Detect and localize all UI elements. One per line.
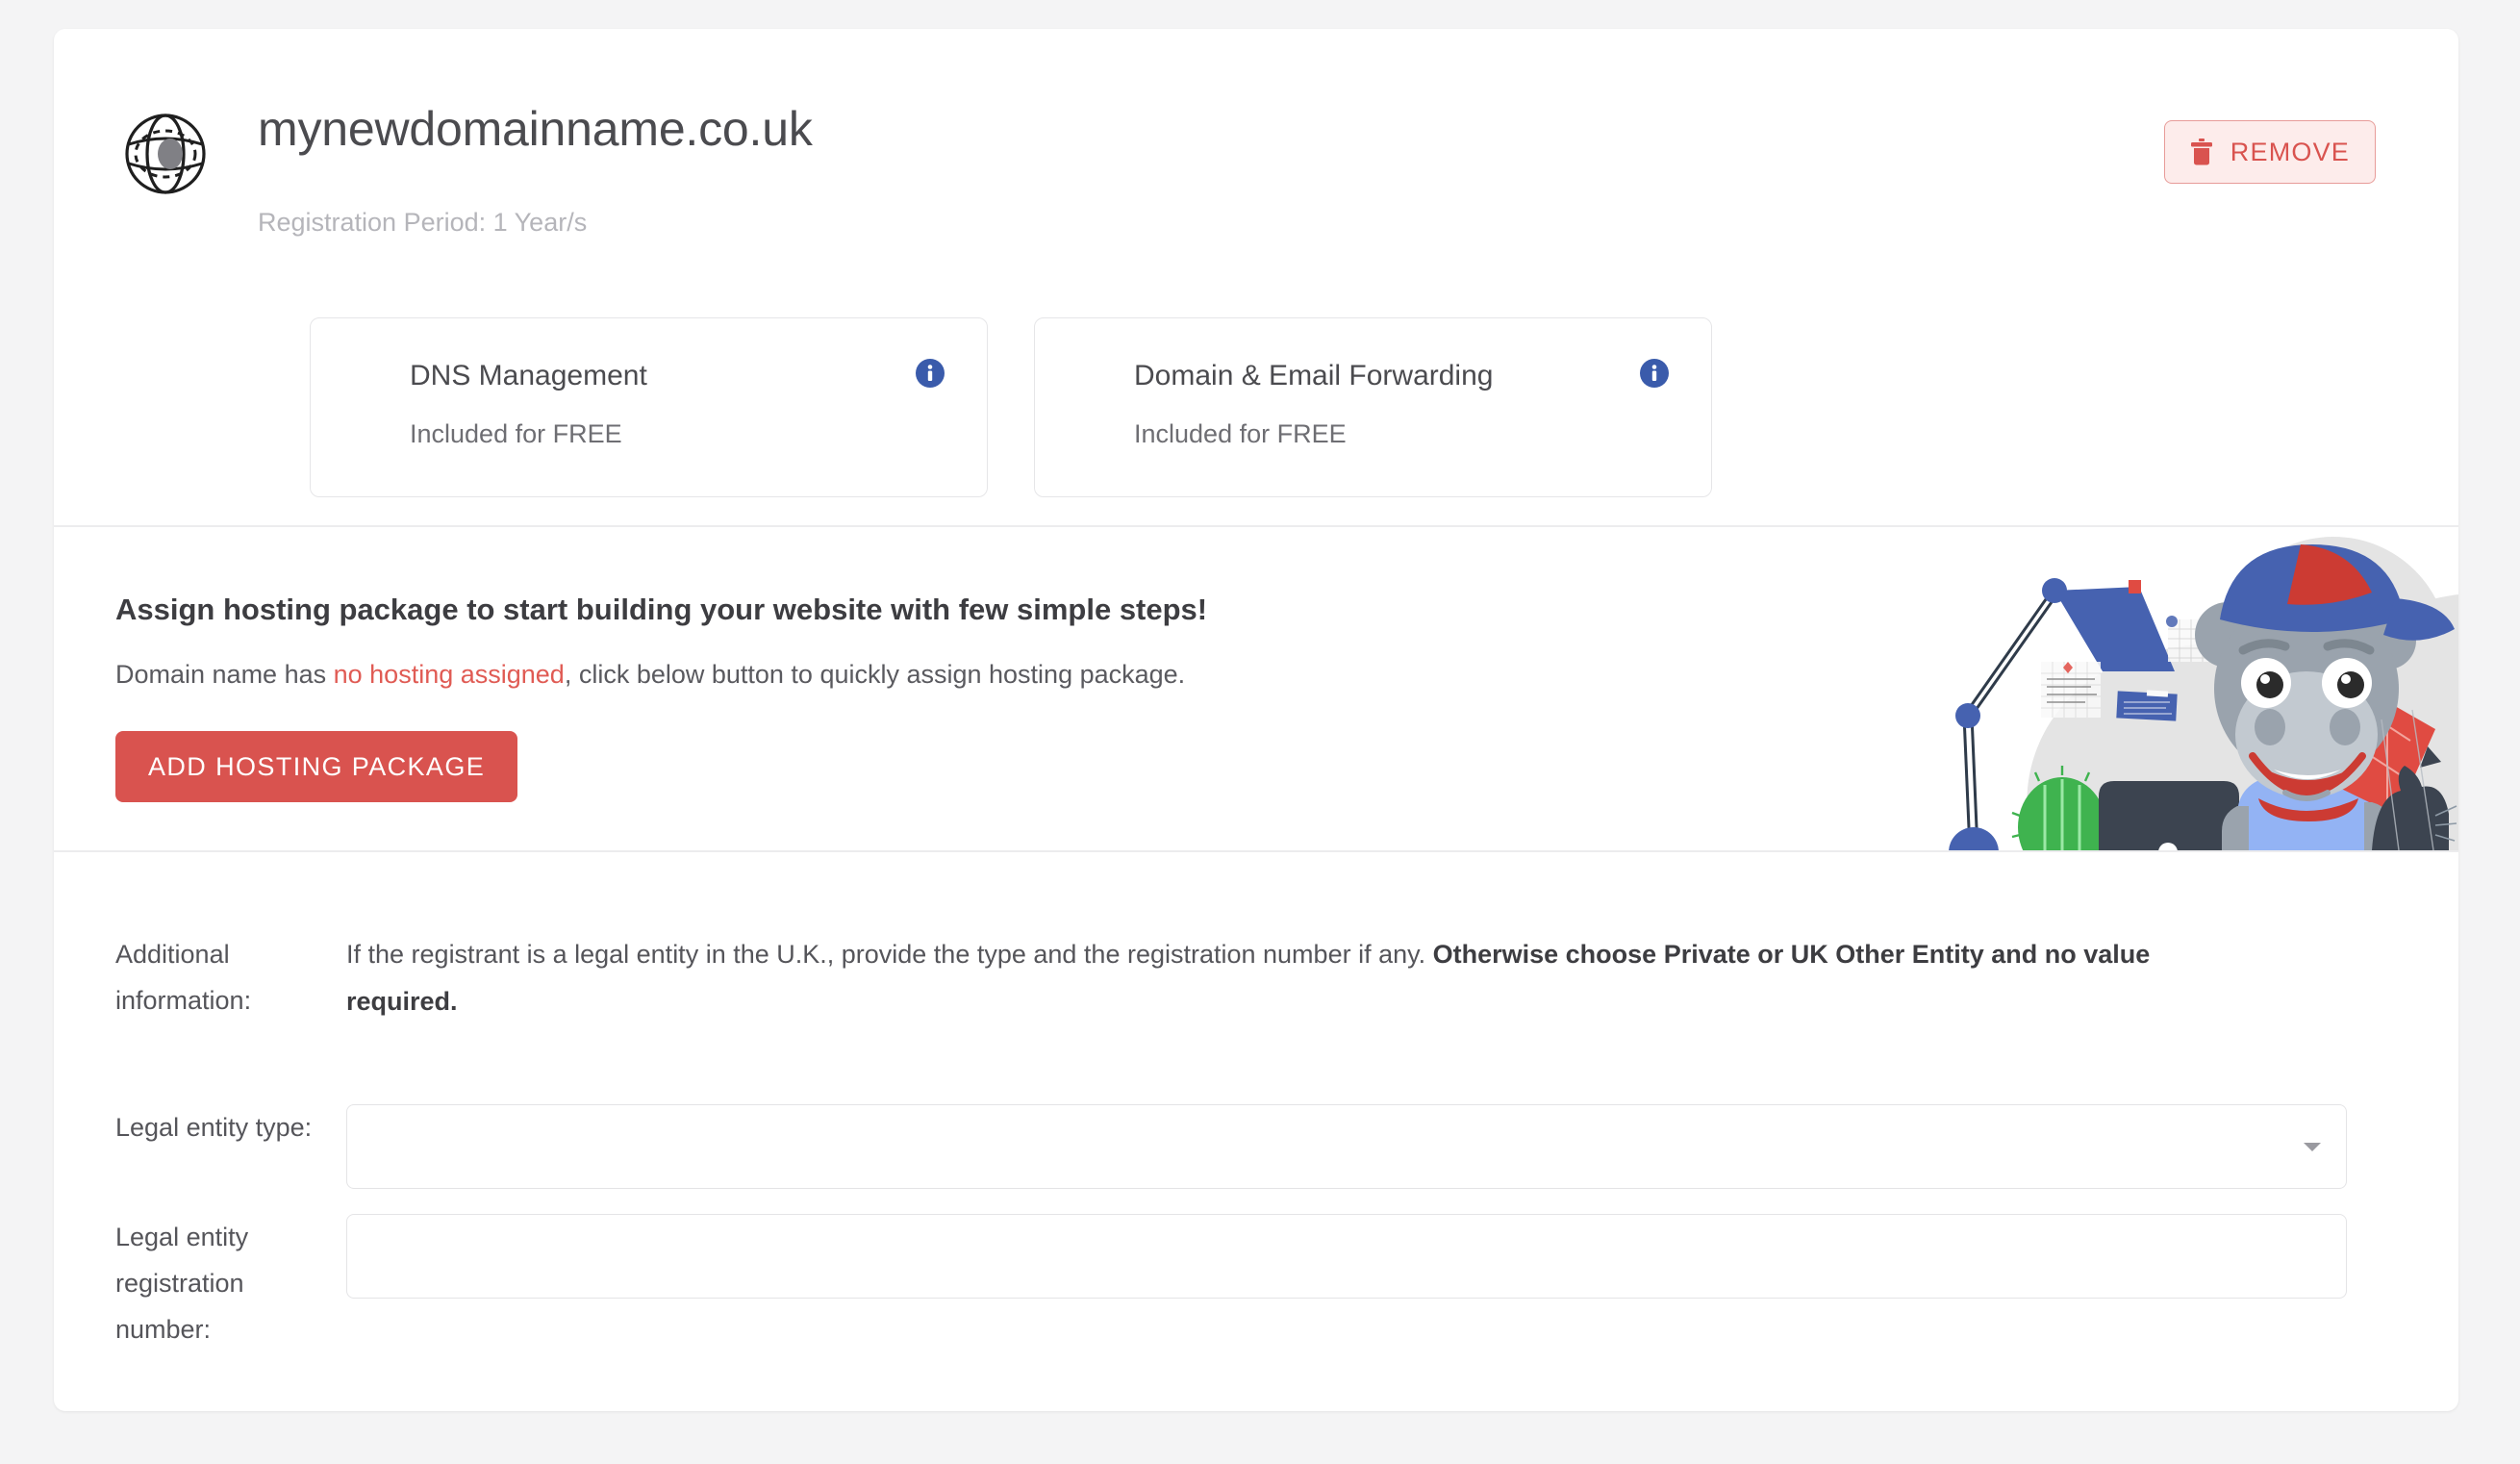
domain-name-title: mynewdomainname.co.uk <box>258 101 813 157</box>
info-icon[interactable] <box>1640 359 1669 388</box>
feature-card-domain-email-forwarding: Domain & Email Forwarding Included for F… <box>1034 317 1712 497</box>
additional-information-text: If the registrant is a legal entity in t… <box>346 931 2222 1025</box>
additional-information-text-normal: If the registrant is a legal entity in t… <box>346 940 1433 969</box>
hosting-assignment-section: Assign hosting package to start building… <box>54 527 2458 850</box>
legal-entity-type-label: Legal entity type: <box>115 1104 346 1150</box>
feature-card-subtitle: Included for FREE <box>410 419 987 449</box>
legal-entity-registration-number-label: Legal entity registration number: <box>115 1214 346 1352</box>
trash-icon <box>2190 139 2213 165</box>
feature-card-dns-management: DNS Management Included for FREE <box>310 317 988 497</box>
remove-button[interactable]: REMOVE <box>2164 120 2376 184</box>
hosting-description-before: Domain name has <box>115 660 334 689</box>
feature-card-title: Domain & Email Forwarding <box>1134 360 1711 392</box>
chevron-down-icon <box>2304 1143 2321 1151</box>
hosting-description: Domain name has no hosting assigned, cli… <box>115 660 1185 690</box>
legal-entity-type-select[interactable] <box>346 1104 2347 1189</box>
legal-entity-registration-number-input[interactable] <box>346 1214 2347 1299</box>
hosting-heading: Assign hosting package to start building… <box>115 593 1207 627</box>
feature-cards: DNS Management Included for FREE Domain … <box>310 317 1712 497</box>
add-hosting-package-button[interactable]: ADD HOSTING PACKAGE <box>115 731 517 802</box>
info-icon[interactable] <box>916 359 945 388</box>
remove-button-label: REMOVE <box>2230 138 2350 167</box>
feature-card-subtitle: Included for FREE <box>1134 419 1711 449</box>
section-divider <box>54 850 2458 852</box>
globe-icon <box>115 104 215 204</box>
add-hosting-package-label: ADD HOSTING PACKAGE <box>148 752 485 782</box>
page-root: mynewdomainname.co.uk Registration Perio… <box>0 0 2520 1464</box>
hosting-description-after: , click below button to quickly assign h… <box>565 660 1185 689</box>
hosting-description-highlight: no hosting assigned <box>334 660 565 689</box>
registration-period: Registration Period: 1 Year/s <box>258 208 587 238</box>
hippo-at-desk-illustration <box>1920 527 2458 850</box>
feature-card-title: DNS Management <box>410 360 987 392</box>
domain-card: mynewdomainname.co.uk Registration Perio… <box>54 29 2458 1411</box>
domain-header-section: mynewdomainname.co.uk Registration Perio… <box>54 29 2458 525</box>
additional-information-label: Additional information: <box>115 931 346 1023</box>
